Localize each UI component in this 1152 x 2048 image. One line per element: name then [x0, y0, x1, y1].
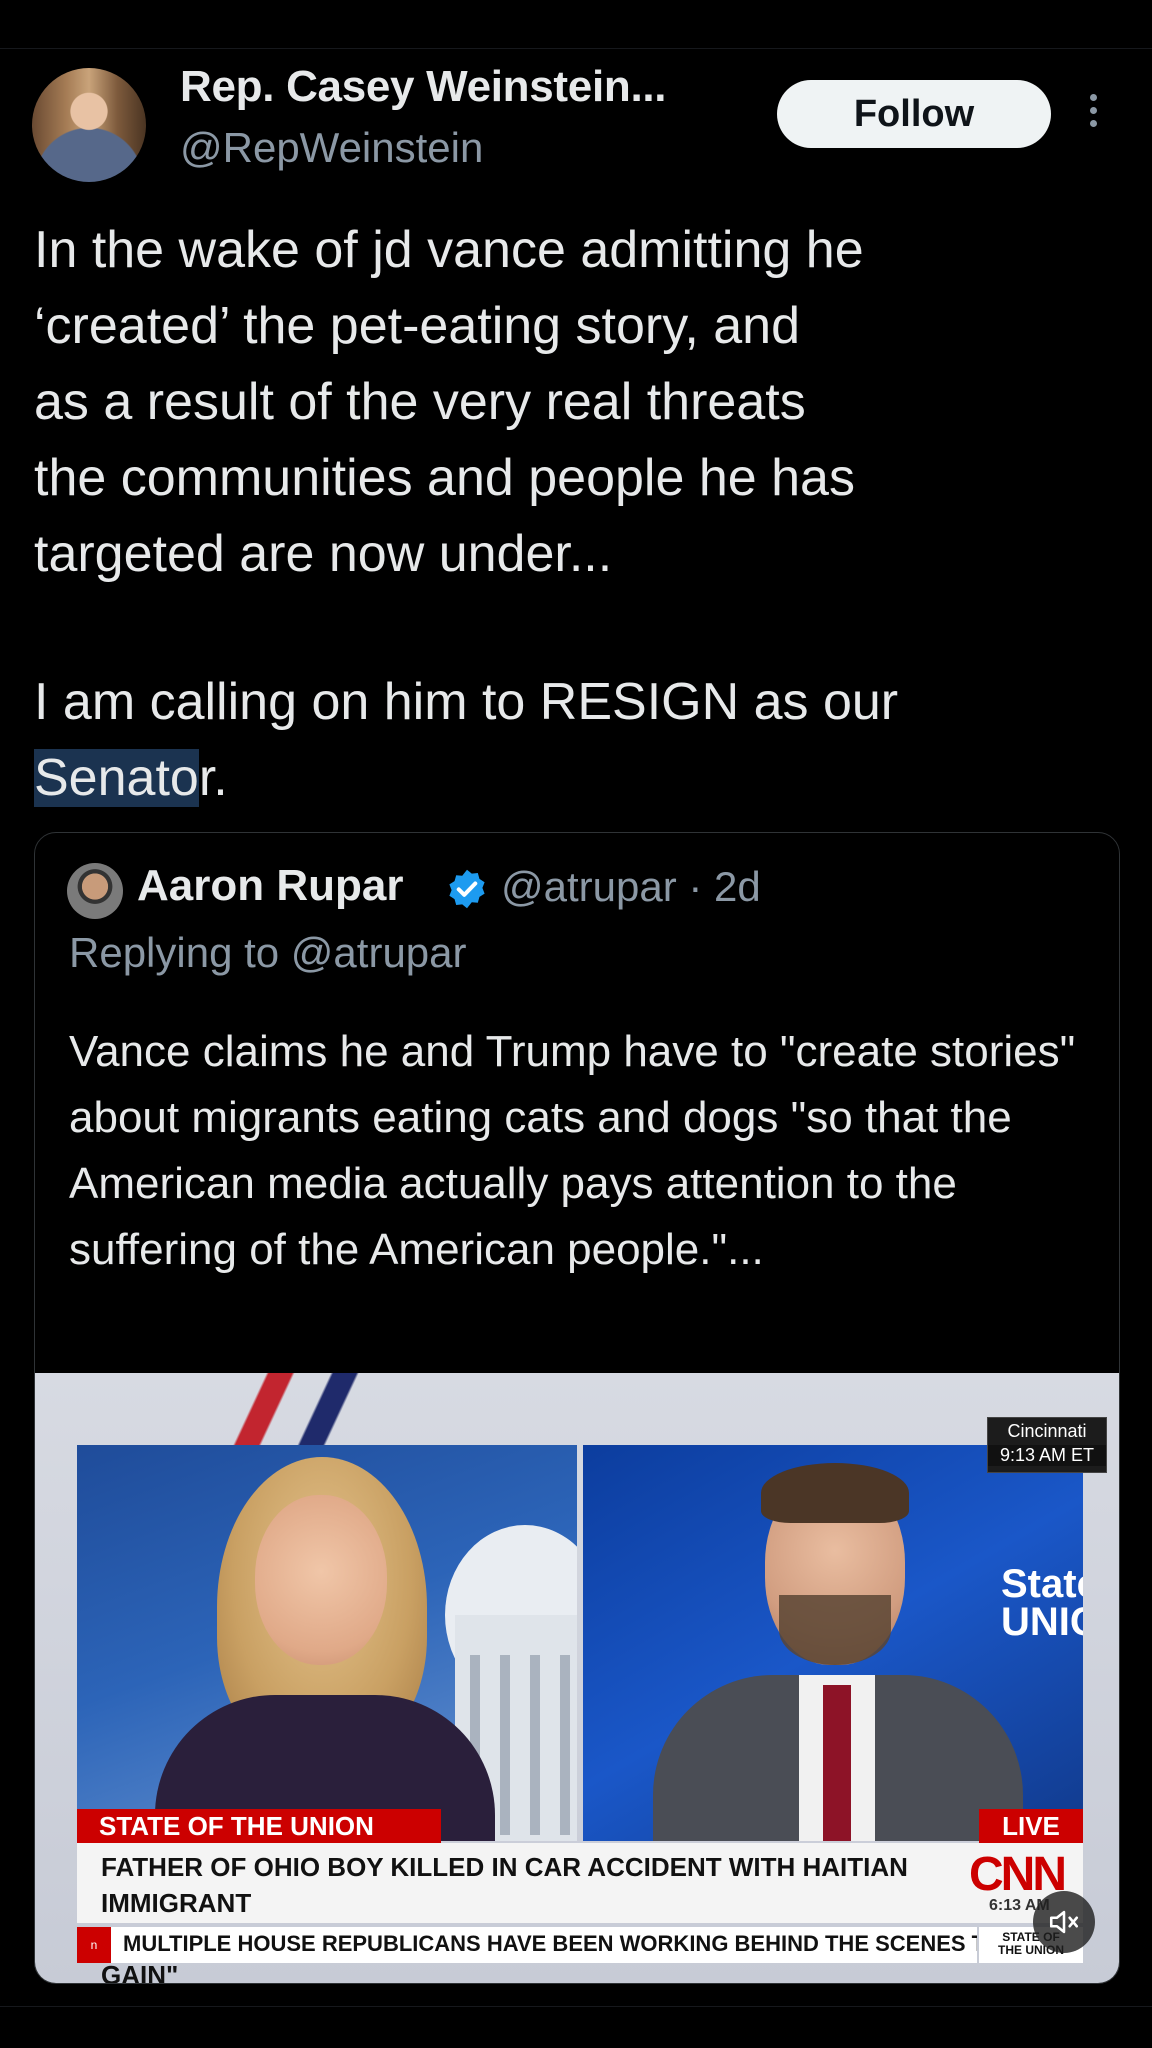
- state-of-union-logo: State UNIC: [1001, 1562, 1083, 1644]
- speaker-muted-icon: [1049, 1910, 1079, 1934]
- quoted-author-avatar: [67, 863, 123, 919]
- author-name[interactable]: Rep. Casey Weinstein...: [180, 62, 667, 112]
- left-video-panel: [77, 1445, 577, 1841]
- guest-beard: [779, 1595, 891, 1665]
- location-city: Cincinnati: [1007, 1421, 1087, 1441]
- post-text-end: r.: [198, 749, 228, 807]
- mute-button[interactable]: [1033, 1891, 1095, 1953]
- news-ticker: n MULTIPLE HOUSE REPUBLICANS HAVE BEEN W…: [77, 1927, 977, 1963]
- selection-highlight: Senato: [34, 749, 199, 807]
- guest-hair: [761, 1463, 909, 1523]
- more-vertical-icon[interactable]: [1086, 94, 1100, 134]
- quoted-post[interactable]: Aaron Rupar @atrupar · 2d Replying to @a…: [34, 832, 1120, 1984]
- quoted-handle-and-time: @atrupar · 2d: [501, 863, 761, 910]
- guest-tie: [823, 1685, 851, 1841]
- author-handle[interactable]: @RepWeinstein: [180, 124, 483, 172]
- bottom-divider: [0, 2006, 1152, 2007]
- verified-badge-icon: [449, 869, 485, 909]
- anchor-face: [255, 1495, 387, 1665]
- post-text: In the wake of jd vance admitting he ‘cr…: [34, 221, 864, 583]
- chyron-headline: FATHER OF OHIO BOY KILLED IN CAR ACCIDEN…: [77, 1843, 957, 1983]
- location-time: 9:13 AM ET: [988, 1445, 1106, 1466]
- post-text-continued: I am calling on him to RESIGN as our Sen…: [34, 664, 1114, 816]
- post-text-line: I am calling on him to RESIGN as our: [34, 673, 899, 731]
- location-bug: Cincinnati 9:13 AM ET: [987, 1417, 1107, 1473]
- replying-to: Replying to @atrupar: [69, 929, 467, 976]
- top-divider: [0, 48, 1152, 49]
- state-logo-line2: UNIC: [1001, 1600, 1083, 1644]
- show-label: STATE OF THE UNION: [77, 1809, 441, 1843]
- quoted-post-text: Vance claims he and Trump have to "creat…: [69, 1027, 1076, 1274]
- post-text-line-last: Senator.: [34, 740, 1114, 816]
- quoted-author-name: Aaron Rupar: [137, 861, 404, 910]
- live-badge: LIVE: [979, 1809, 1083, 1843]
- video-player[interactable]: State UNIC Cincinnati 9:13 AM ET STATE O…: [35, 1373, 1119, 1983]
- headline-line1: FATHER OF OHIO BOY KILLED IN CAR ACCIDEN…: [101, 1852, 908, 1918]
- author-avatar[interactable]: [32, 68, 146, 182]
- ticker-text: MULTIPLE HOUSE REPUBLICANS HAVE BEEN WOR…: [123, 1931, 977, 1956]
- state-logo-line1: State: [1001, 1562, 1083, 1606]
- ticker-marker: n: [77, 1927, 111, 1963]
- follow-button[interactable]: Follow: [777, 80, 1051, 148]
- background-graphic: [215, 1373, 435, 1453]
- right-video-panel: State UNIC: [583, 1445, 1083, 1841]
